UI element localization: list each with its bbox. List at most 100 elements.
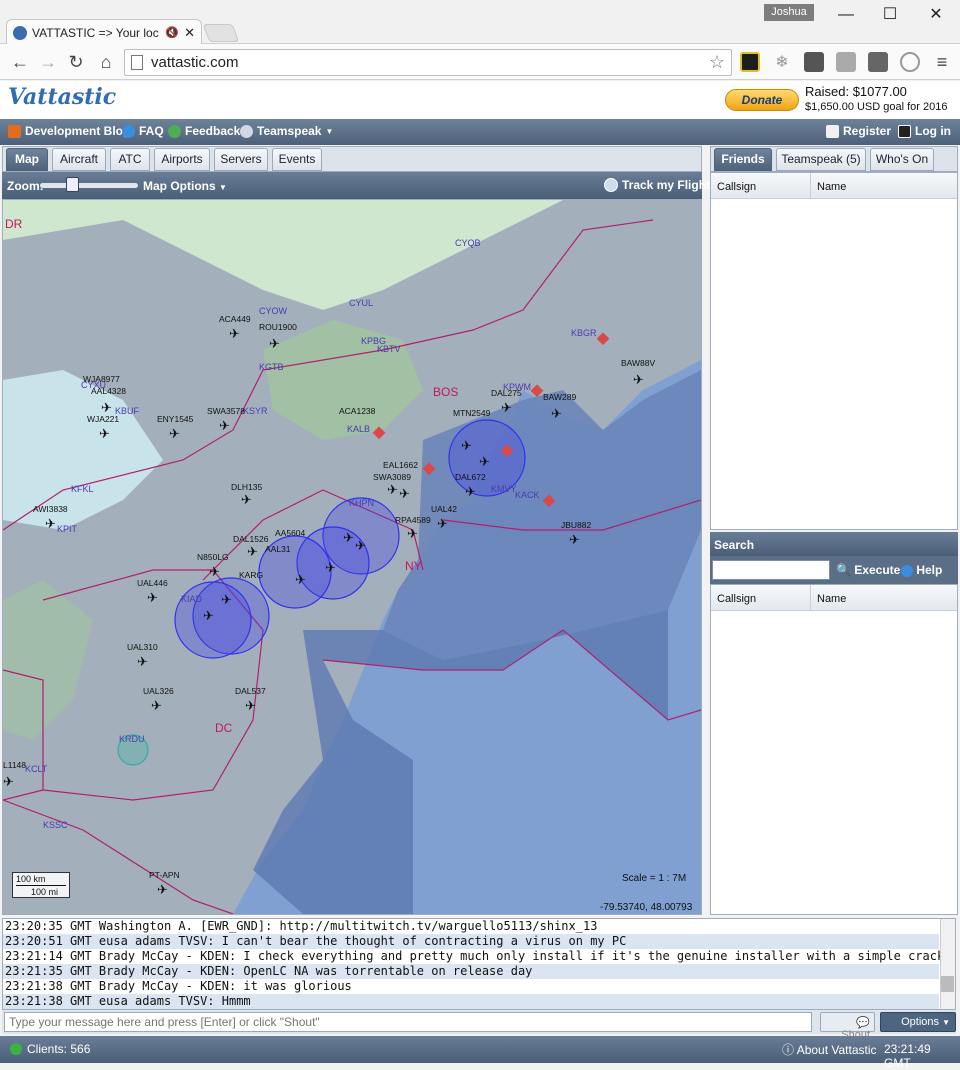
back-icon[interactable]: ← (8, 50, 32, 74)
extension-cast-icon[interactable] (836, 52, 856, 72)
search-input[interactable] (712, 560, 830, 580)
plane-icon: ✈ (229, 326, 240, 341)
tab-friends[interactable]: Friends (714, 148, 772, 171)
friends-table: Callsign Name (710, 172, 958, 530)
airport-label: KSSC (43, 820, 68, 830)
chat-scrollbar[interactable] (940, 919, 955, 1009)
close-tab-icon[interactable]: ✕ (184, 25, 195, 41)
help-button[interactable]: Help (901, 563, 942, 577)
raised-amount: Raised: $1077.00 (805, 84, 907, 99)
extension-snowflake-icon[interactable]: ❄ (772, 52, 792, 72)
new-tab-button[interactable] (202, 24, 240, 42)
extension-shield-icon[interactable] (804, 52, 824, 72)
track-my-flight-button[interactable]: Track my Flight (604, 178, 710, 192)
tab-whos-on[interactable]: Who's On (870, 148, 934, 171)
aircraft-label: PT-APN (149, 870, 180, 880)
zoom-slider-handle[interactable] (66, 177, 79, 192)
menu-icon[interactable]: ≡ (930, 50, 954, 74)
address-bar[interactable]: vattastic.com ☆ (124, 49, 732, 76)
tab-map[interactable]: Map (6, 148, 48, 171)
airport-label: KGTB (259, 362, 284, 372)
login-icon (898, 124, 911, 138)
tab-airports[interactable]: Airports (154, 148, 210, 171)
col-callsign[interactable]: Callsign (711, 173, 811, 198)
aircraft-label: UAL310 (127, 642, 158, 652)
col-name[interactable]: Name (811, 585, 957, 610)
aircraft-label: DAL1526 (233, 534, 269, 544)
airport-label: KCLT (25, 764, 48, 774)
plane-icon: ✈ (407, 526, 418, 541)
zoom-slider[interactable] (40, 183, 138, 188)
tab-aircraft[interactable]: Aircraft (52, 148, 106, 171)
map-options-label: Map Options (143, 179, 216, 193)
region-label-dc: DC (215, 721, 233, 735)
region-label-bos: BOS (433, 385, 458, 399)
blogger-icon (8, 124, 21, 138)
region-label-dr: DR (5, 217, 23, 231)
zoom-label: Zoom: (7, 179, 44, 193)
chat-line: 23:21:38 GMT eusa adams TVSV: Hmmm (3, 994, 939, 1009)
plane-icon: ✈ (355, 538, 366, 553)
execute-button[interactable]: 🔍 Execute (836, 563, 900, 577)
plane-icon: ✈ (269, 336, 280, 351)
plane-icon: ✈ (387, 482, 398, 497)
bookmark-star-icon[interactable]: ☆ (709, 52, 725, 73)
plane-icon: ✈ (343, 530, 354, 545)
airport-label: KHPN (349, 498, 374, 508)
nav-faq[interactable]: FAQ (122, 124, 164, 138)
home-icon[interactable]: ⌂ (94, 50, 118, 74)
aircraft-label: ENY1545 (157, 414, 194, 424)
aircraft-label: AWI3838 (33, 504, 68, 514)
scale-bar: 100 km 100 mi (12, 872, 70, 898)
map-options-menu[interactable]: Map Options ▼ (143, 179, 227, 193)
search-panel-title: Search (710, 532, 958, 556)
extension-s-icon[interactable] (868, 52, 888, 72)
tab-teamspeak[interactable]: Teamspeak (5) (776, 148, 866, 171)
reload-icon[interactable]: ↻ (64, 50, 88, 74)
aircraft-label: WJA8977 (83, 374, 120, 384)
tab-title: VATTASTIC => Your loc (32, 25, 159, 40)
maximize-icon[interactable]: ☐ (870, 4, 910, 28)
donate-button[interactable]: Donate (725, 89, 799, 111)
site-logo[interactable]: Vattastic (8, 84, 116, 110)
col-callsign[interactable]: Callsign (711, 585, 811, 610)
nav-dev-blog[interactable]: Development Blog (8, 124, 130, 138)
tab-events[interactable]: Events (272, 148, 322, 171)
chat-message-input[interactable] (4, 1012, 812, 1032)
register-icon (826, 124, 839, 138)
clients-label: Clients: 566 (27, 1042, 91, 1056)
scale-km: 100 km (16, 874, 46, 884)
shout-button[interactable]: 💬 Shout (820, 1012, 875, 1041)
col-name[interactable]: Name (811, 173, 957, 198)
chat-options-button[interactable]: Options ▼ (880, 1012, 956, 1032)
extension-check-icon[interactable] (740, 52, 760, 72)
minimize-icon[interactable]: — (826, 4, 866, 28)
flight-map[interactable]: BOS NY DC DR CYQB CYOW CYUL KPBG KBTV KB… (2, 199, 702, 915)
tab-atc[interactable]: ATC (110, 148, 150, 171)
left-tab-strip (2, 146, 702, 172)
register-link[interactable]: Register (826, 124, 891, 138)
extension-circle-icon[interactable] (900, 52, 920, 72)
search-results-table: Callsign Name (710, 584, 958, 915)
mute-icon[interactable]: 🔇 (165, 26, 179, 39)
plane-icon: ✈ (295, 572, 306, 587)
tab-servers[interactable]: Servers (214, 148, 268, 171)
browser-tab[interactable]: VATTASTIC => Your loc 🔇 ✕ (6, 19, 202, 45)
chat-scroll-thumb[interactable] (941, 976, 954, 992)
nav-feedback[interactable]: Feedback (168, 124, 240, 138)
login-link[interactable]: Log in (898, 124, 951, 138)
aircraft-label: UAL326 (143, 686, 174, 696)
plane-icon: ✈ (325, 560, 336, 575)
aircraft-label: N850LG (197, 552, 229, 562)
about-link[interactable]: ⓘ About Vattastic (782, 1041, 877, 1058)
close-window-icon[interactable]: ✕ (916, 4, 956, 28)
plane-icon: ✈ (151, 698, 162, 713)
register-label: Register (843, 124, 892, 138)
nav-teamspeak[interactable]: Teamspeak ▼ (240, 124, 333, 138)
page-icon (131, 55, 143, 70)
profile-badge[interactable]: Joshua (764, 4, 814, 21)
chat-log[interactable]: 23:20:35 GMT Washington A. [EWR_GND]: ht… (2, 918, 956, 1010)
plane-icon: ✈ (137, 654, 148, 669)
forward-icon[interactable]: → (36, 50, 60, 74)
plane-icon: ✈ (99, 426, 110, 441)
